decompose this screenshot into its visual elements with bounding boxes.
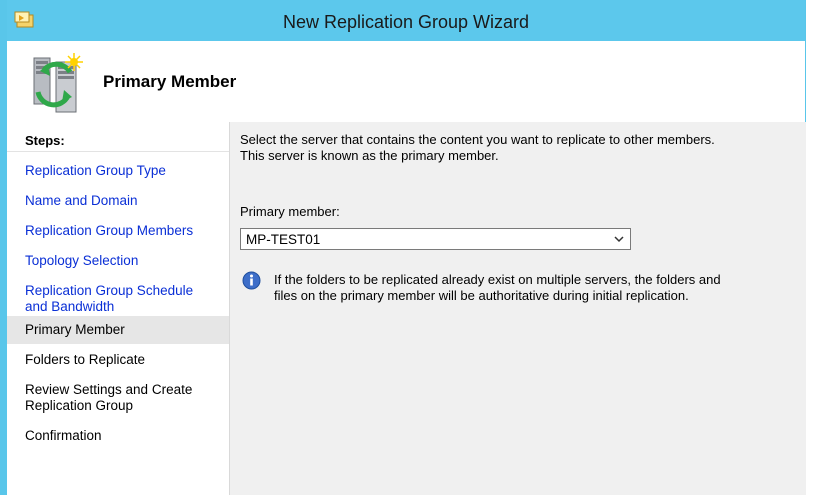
- info-icon: [242, 271, 261, 290]
- info-line-2: files on the primary member will be auth…: [274, 288, 689, 303]
- info-line-1: If the folders to be replicated already …: [274, 272, 721, 287]
- info-text: If the folders to be replicated already …: [274, 272, 774, 304]
- step-item[interactable]: Topology Selection: [7, 253, 229, 269]
- page-title: Primary Member: [103, 72, 237, 91]
- step-item: Confirmation: [25, 428, 102, 443]
- step-item[interactable]: Name and Domain: [7, 193, 229, 209]
- step-item: Folders to Replicate: [25, 352, 146, 367]
- chevron-down-icon[interactable]: [614, 235, 624, 243]
- intro-line-2: This server is known as the primary memb…: [240, 148, 499, 163]
- steps-heading: Steps:: [7, 122, 229, 152]
- window-edge: [806, 0, 813, 495]
- intro-line-1: Select the server that contains the cont…: [240, 132, 715, 147]
- step-item: Primary Member: [7, 316, 229, 344]
- title-bar[interactable]: New Replication Group Wizard: [7, 0, 805, 41]
- window-title: New Replication Group Wizard: [282, 12, 530, 32]
- step-item[interactable]: Replication Group Schedule and Bandwidth: [7, 283, 229, 315]
- step-item: Review Settings and Create Replication G…: [25, 382, 193, 413]
- primary-member-label: Primary member:: [240, 204, 340, 219]
- primary-member-dropdown[interactable]: MP-TEST01: [240, 228, 631, 250]
- steps-panel: Steps: Replication Group Type Name and Do…: [7, 122, 230, 495]
- primary-member-value: MP-TEST01: [246, 232, 321, 247]
- wizard-window: New Replication Group Wizard Primary Mem…: [0, 0, 812, 495]
- main-content: Select the server that contains the cont…: [230, 122, 812, 495]
- intro-text: Select the server that contains the cont…: [240, 132, 780, 164]
- step-item[interactable]: Replication Group Type: [7, 163, 229, 179]
- wizard-header: Primary Member: [7, 41, 805, 123]
- step-item[interactable]: Replication Group Members: [7, 223, 229, 239]
- server-replication-icon: [33, 53, 83, 113]
